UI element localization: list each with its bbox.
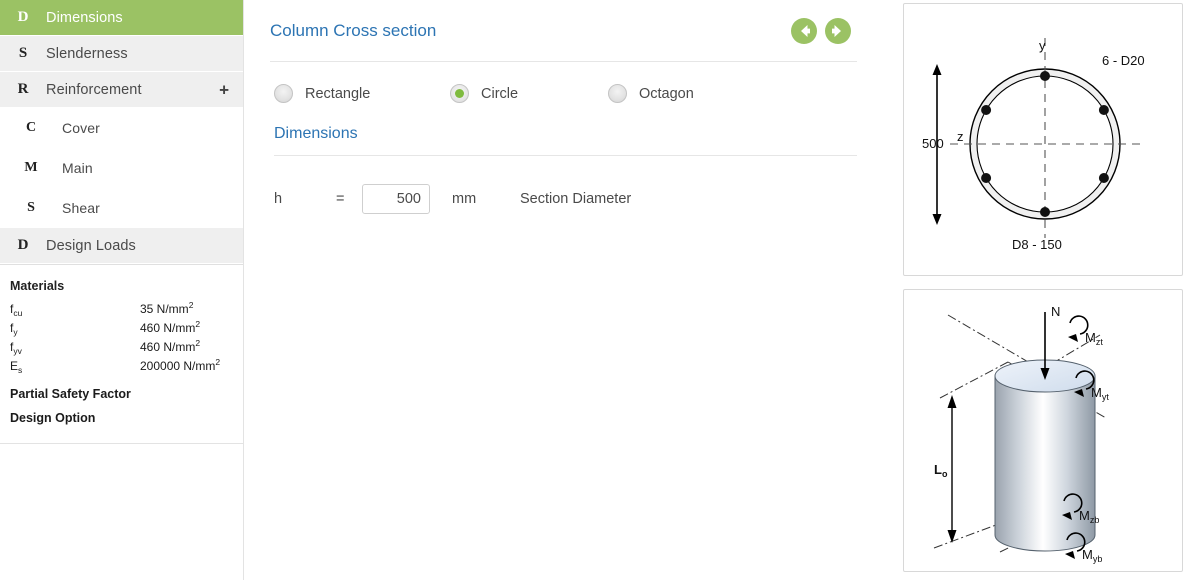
sidebar-item-reinforcement[interactable]: R Reinforcement + — [0, 72, 243, 108]
rebar — [1040, 207, 1050, 217]
moment-label-mzb: Mzb — [1079, 508, 1099, 525]
materials-title: Materials — [10, 279, 65, 293]
rebar — [1040, 71, 1050, 81]
moment-label-myb: Myb — [1082, 547, 1102, 564]
sidebar-item-label: Shear — [62, 199, 100, 216]
diameter-dimension-label: 500 — [922, 136, 944, 151]
arrow-right-icon — [832, 24, 841, 37]
effective-length-label: Lo — [934, 462, 948, 479]
material-symbol: fcu — [10, 302, 23, 318]
material-symbol: Es — [10, 359, 23, 375]
materials-section: Materials fcu 35 N/mm2 fy 460 N/mm2 fyv 460 N… — [0, 265, 243, 375]
main-content: Column Cross section Rectangle Circle Octa… — [244, 0, 903, 580]
radio-button-icon[interactable] — [450, 84, 469, 103]
sidebar-item-letter-icon: S — [27, 199, 35, 215]
axis-y-label: y — [1039, 38, 1046, 53]
sidebar-item-label: Cover — [62, 119, 100, 136]
sidebar-item-label: Reinforcement — [46, 81, 142, 98]
rebar — [981, 105, 992, 115]
shape-option-octagon[interactable]: Octagon — [608, 84, 694, 103]
sidebar-item-letter-icon: S — [18, 45, 28, 61]
shape-option-label: Circle — [481, 85, 519, 102]
sidebar-item-label: Dimensions — [46, 9, 123, 26]
cross-section-diagram: 500 y z 6 - D20 D8 - 150 — [922, 38, 1145, 252]
column-shaft — [994, 375, 1096, 552]
sidebar-item-letter-icon: R — [17, 81, 29, 97]
cross-section-panel: 500 y z 6 - D20 D8 - 150 — [903, 3, 1183, 276]
shape-option-label: Rectangle — [305, 85, 371, 102]
materials-list: fcu 35 N/mm2 fy 460 N/mm2 fyv 460 N/mm2 Es 2000… — [10, 300, 243, 375]
axis-z-label: z — [957, 129, 964, 144]
material-row: Es 200000 N/mm2 — [10, 357, 243, 375]
material-row: fcu 35 N/mm2 — [10, 300, 243, 318]
sidebar-item-letter-icon: M — [24, 159, 38, 175]
sidebar-item-label: Design Loads — [46, 237, 136, 254]
next-button[interactable] — [825, 17, 851, 44]
column-3d-panel: N Lo Mzt Myt Mzb Myb — [903, 289, 1183, 572]
links-label: D8 - 150 — [1012, 237, 1062, 252]
expand-plus-icon[interactable]: + — [219, 81, 229, 98]
sidebar-item-slenderness[interactable]: S Slenderness — [0, 36, 243, 72]
radio-selected-dot — [455, 89, 464, 98]
shape-option-circle[interactable]: Circle — [450, 84, 584, 103]
material-row: fy 460 N/mm2 — [10, 319, 243, 337]
material-value: 460 N/mm2 — [140, 338, 201, 354]
radio-button-icon[interactable] — [274, 84, 293, 103]
rebar — [981, 173, 992, 183]
sidebar: D Dimensions S Slenderness R Reinforcement + C C… — [0, 0, 244, 580]
back-button[interactable] — [791, 17, 817, 44]
material-symbol: fyv — [10, 340, 22, 356]
sidebar-item-main[interactable]: M Main — [0, 148, 243, 188]
main-bars-label: 6 - D20 — [1102, 53, 1145, 68]
sidebar-link-partial-safety-factor[interactable]: Partial Safety Factor — [0, 377, 243, 401]
sidebar-item-letter-icon: D — [17, 9, 29, 25]
application-window: D Dimensions S Slenderness R Reinforcement + C C… — [0, 0, 1187, 580]
sidebar-item-dimensions[interactable]: D Dimensions — [0, 0, 243, 36]
moment-label-mzt: Mzt — [1085, 330, 1103, 347]
column-3d-diagram: N Lo Mzt Myt Mzb Myb — [933, 304, 1109, 564]
shape-option-label: Octagon — [639, 85, 694, 102]
wizard-navigation — [791, 17, 857, 44]
material-value: 460 N/mm2 — [140, 319, 201, 335]
dimension-field-unit: mm — [452, 191, 477, 207]
dimension-field-operator: = — [336, 191, 345, 207]
dimensions-section-title: Dimensions — [274, 125, 358, 142]
dimensions-fields: h = mm Section Diameter — [270, 156, 873, 214]
axial-load-label: N — [1051, 304, 1060, 319]
page-title: Column Cross section — [270, 20, 437, 40]
material-symbol: fy — [10, 321, 18, 337]
sidebar-bottom-rule — [0, 443, 243, 444]
sidebar-nav: D Dimensions S Slenderness R Reinforcement + C C… — [0, 0, 243, 264]
sidebar-item-cover[interactable]: C Cover — [0, 108, 243, 148]
rebar — [1098, 105, 1109, 115]
moment-label-myt: Myt — [1091, 385, 1109, 402]
material-row: fyv 460 N/mm2 — [10, 338, 243, 356]
page-header: Column Cross section — [270, 0, 857, 62]
arrow-left-icon — [801, 24, 810, 37]
sidebar-item-shear[interactable]: S Shear — [0, 188, 243, 228]
material-value: 200000 N/mm2 — [140, 357, 221, 373]
diagrams-column: 500 y z 6 - D20 D8 - 150 N Lo Mzt Myt Mz… — [903, 0, 1187, 580]
dimension-input-h[interactable] — [362, 184, 430, 214]
shape-option-rectangle[interactable]: Rectangle — [274, 84, 426, 103]
sidebar-item-label: Main — [62, 159, 93, 176]
cross-section-shape-options: Rectangle Circle Octagon — [270, 62, 873, 103]
dimension-field-description: Section Diameter — [520, 191, 632, 207]
effective-length-dimension — [947, 395, 957, 543]
sidebar-item-label: Slenderness — [46, 45, 128, 62]
radio-button-icon[interactable] — [608, 84, 627, 103]
material-value: 35 N/mm2 — [140, 300, 194, 316]
rebar — [1098, 173, 1109, 183]
sidebar-item-letter-icon: D — [17, 237, 29, 253]
dimension-field-row: h = mm Section Diameter — [270, 156, 873, 214]
sidebar-link-design-option[interactable]: Design Option — [0, 401, 243, 425]
sidebar-item-design-loads[interactable]: D Design Loads — [0, 228, 243, 264]
dimension-field-name: h — [274, 191, 283, 207]
sidebar-item-letter-icon: C — [25, 119, 37, 135]
